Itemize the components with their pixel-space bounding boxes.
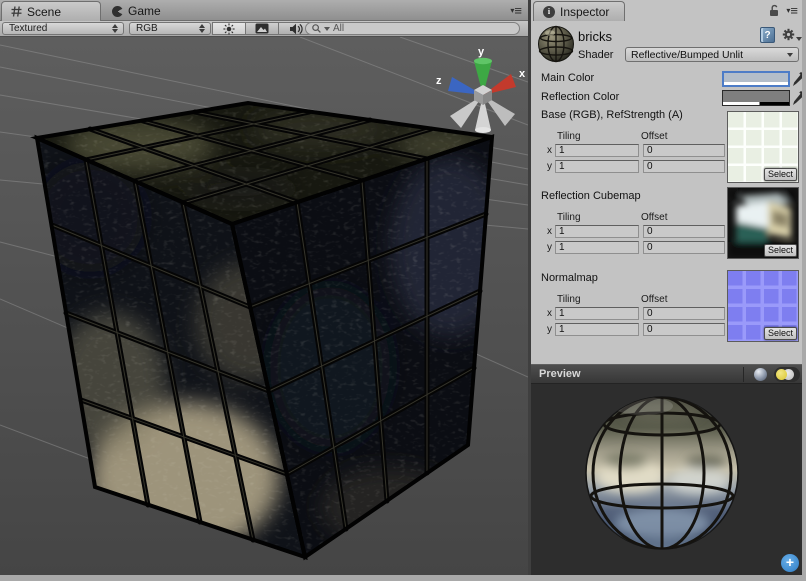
normalmap-offset-y-field[interactable] (643, 323, 725, 336)
tab-inspector[interactable]: i Inspector (533, 1, 625, 21)
preview-shape-button[interactable] (750, 367, 770, 382)
offset-header: Offset (641, 212, 668, 223)
dropdown-arrows-icon (112, 24, 118, 33)
tiling-header: Tiling (557, 212, 581, 223)
preview-area[interactable]: + (531, 384, 802, 575)
scene-panel-menu-icon[interactable]: ▾≡ (510, 6, 522, 16)
tab-scene-label: Scene (27, 5, 61, 19)
sun-icon (223, 23, 235, 35)
preview-sphere[interactable] (531, 384, 802, 575)
normalmap-tiling-x-field[interactable] (555, 307, 639, 320)
shader-dropdown[interactable]: Reflective/Bumped Unlit (625, 47, 799, 62)
color-mode-dropdown[interactable]: RGB (129, 22, 211, 35)
tab-inspector-label: Inspector (560, 5, 609, 19)
info-icon: i (543, 6, 555, 18)
help-icon[interactable]: ? (760, 27, 775, 43)
search-text: All (333, 23, 344, 34)
tab-game-label: Game (128, 4, 161, 18)
base-texture-thumbnail[interactable]: Select (727, 111, 799, 183)
scene-toolbar: Textured RGB (0, 21, 528, 37)
shader-value: Reflective/Bumped Unlit (631, 49, 787, 61)
image-icon (255, 23, 269, 34)
cubemap-texture-thumbnail[interactable]: Select (727, 187, 799, 259)
cubemap-offset-x-field[interactable] (643, 225, 725, 238)
shader-label: Shader (578, 49, 613, 61)
y-axis-label: y (547, 242, 555, 253)
add-button[interactable]: + (781, 554, 799, 572)
gizmo-x-label: x (519, 68, 526, 80)
draw-mode-dropdown[interactable]: Textured (2, 22, 124, 35)
scene-panel: Scene Game ▾≡ Textured RGB (0, 0, 528, 575)
base-tiling-y-field[interactable] (555, 160, 639, 173)
base-texture-section: Base (RGB), RefStrength (A) Tiling Offse… (531, 109, 802, 187)
window-border-bottom (0, 575, 806, 581)
draw-mode-label: Textured (9, 23, 108, 34)
cubemap-offset-y-field[interactable] (643, 241, 725, 254)
preview-title: Preview (539, 368, 581, 380)
inspector-menu-icon[interactable]: ▾≡ (786, 6, 798, 16)
reflection-color-swatch[interactable] (722, 90, 790, 106)
tab-scene[interactable]: Scene (1, 1, 101, 21)
cubemap-tiling-x-field[interactable] (555, 225, 639, 238)
preview-header[interactable]: Preview (531, 364, 802, 384)
window-border-right (802, 0, 806, 581)
section-label: Normalmap (541, 272, 598, 284)
scene-skybox-toggle[interactable] (245, 22, 279, 35)
material-preview-thumbnail[interactable] (537, 25, 575, 63)
cubemap-select-button[interactable]: Select (764, 244, 797, 257)
preview-lighting-toggle[interactable] (774, 367, 800, 382)
base-tiling-x-field[interactable] (555, 144, 639, 157)
normalmap-texture-thumbnail[interactable]: Select (727, 270, 799, 342)
normalmap-select-button[interactable]: Select (764, 327, 797, 340)
x-axis-label: x (547, 226, 555, 237)
base-offset-x-field[interactable] (643, 144, 725, 157)
panel-splitter[interactable] (528, 0, 531, 575)
main-color-label: Main Color (541, 72, 594, 84)
normalmap-offset-x-field[interactable] (643, 307, 725, 320)
tiling-header: Tiling (557, 131, 581, 142)
normalmap-texture-section: Normalmap Tiling Offset x y Select (531, 272, 802, 350)
cubemap-tiling-y-field[interactable] (555, 241, 639, 254)
reflection-color-alpha-bar (723, 102, 789, 105)
gear-icon (782, 28, 795, 41)
x-axis-label: x (547, 308, 555, 319)
main-color-alpha-bar (724, 82, 788, 85)
color-mode-label: RGB (136, 23, 195, 34)
base-offset-y-field[interactable] (643, 160, 725, 173)
section-label: Base (RGB), RefStrength (A) (541, 109, 683, 121)
sphere-icon (754, 368, 767, 381)
y-axis-label: y (547, 161, 555, 172)
y-axis-label: y (547, 324, 555, 335)
main-color-swatch[interactable] (722, 71, 790, 87)
scene-viewport[interactable]: y x z (0, 37, 528, 575)
grid-icon (11, 6, 22, 17)
inspector-panel: i Inspector ▾≡ (531, 0, 802, 575)
gizmo-z-label: z (436, 75, 442, 87)
plus-icon: + (786, 554, 794, 570)
search-filter-arrow-icon (324, 27, 330, 31)
dropdown-arrows-icon (199, 24, 205, 33)
tab-game[interactable]: Game (103, 1, 208, 21)
lock-icon[interactable] (769, 4, 780, 17)
cubemap-texture-section: Reflection Cubemap Tiling Offset x y (531, 190, 802, 268)
reflection-color-label: Reflection Color (541, 91, 619, 103)
material-name: bricks (578, 29, 612, 44)
chevron-down-icon (787, 53, 793, 57)
tiling-header: Tiling (557, 294, 581, 305)
game-icon (112, 6, 123, 17)
speaker-icon (289, 23, 303, 35)
offset-header: Offset (641, 131, 668, 142)
gizmo-y-label: y (478, 46, 485, 58)
scene-search-field[interactable]: All (305, 22, 520, 35)
section-label: Reflection Cubemap (541, 190, 641, 202)
scene-lighting-toggle[interactable] (212, 22, 246, 35)
offset-header: Offset (641, 294, 668, 305)
search-icon (312, 24, 321, 33)
base-select-button[interactable]: Select (764, 168, 797, 181)
normalmap-tiling-y-field[interactable] (555, 323, 639, 336)
unity-editor-window: Scene Game ▾≡ Textured RGB (0, 0, 806, 581)
material-options-button[interactable] (782, 28, 802, 41)
light-on-icon (776, 369, 787, 380)
x-axis-label: x (547, 145, 555, 156)
